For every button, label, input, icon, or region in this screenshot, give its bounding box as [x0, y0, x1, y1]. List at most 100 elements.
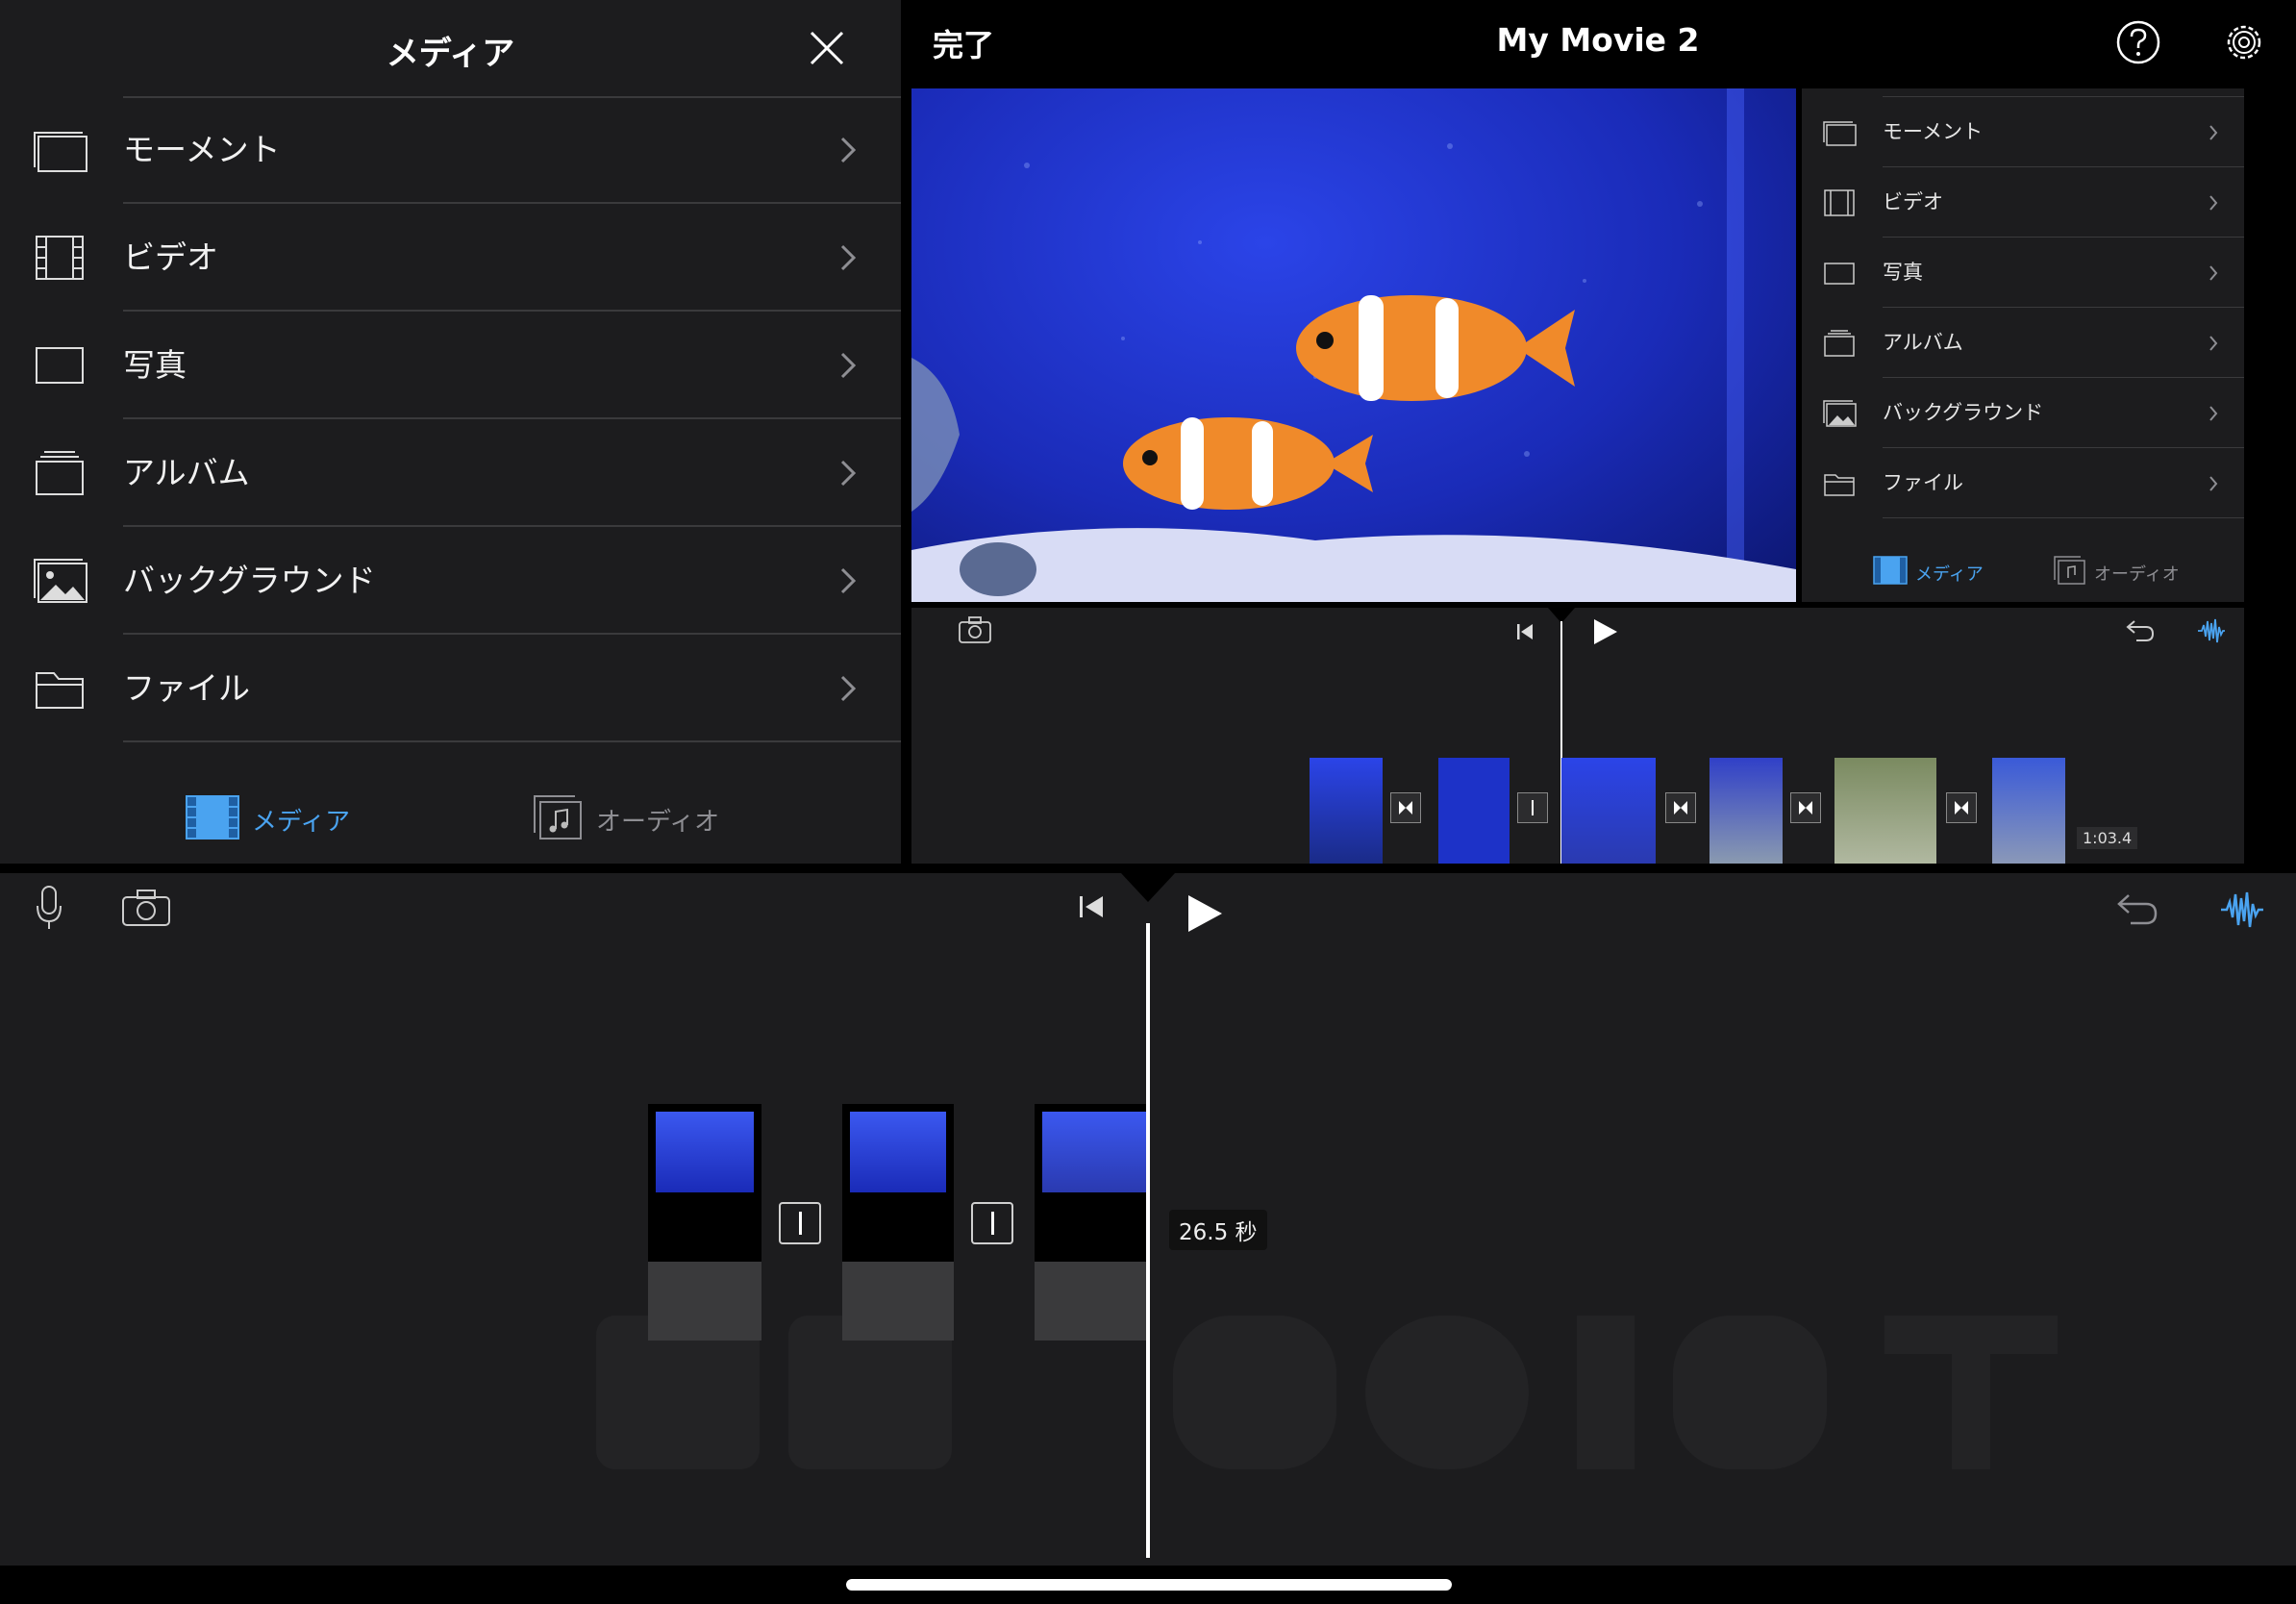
chevron-right-icon — [2209, 265, 2218, 281]
divider — [123, 740, 901, 742]
camera-icon — [122, 890, 170, 926]
film-icon — [1873, 556, 1908, 585]
media-item-label: 写真 — [123, 346, 187, 384]
media-item-albums[interactable]: アルバム — [0, 419, 901, 527]
none-transition-icon — [1532, 800, 1534, 815]
close-button[interactable] — [804, 21, 850, 75]
undo-button[interactable] — [2125, 617, 2156, 644]
playhead-time: 26.5 秒 — [1169, 1210, 1267, 1250]
transition-button[interactable] — [1665, 792, 1696, 823]
mini-timeline: 1:03.4 — [911, 608, 2244, 864]
bowtie-transition-icon — [1399, 801, 1412, 815]
none-transition-icon — [799, 1212, 802, 1235]
help-button[interactable] — [2115, 19, 2161, 65]
transition-button[interactable] — [779, 1202, 821, 1244]
moments-icon — [1823, 121, 1857, 146]
voiceover-button[interactable] — [35, 885, 63, 933]
photo-frame-icon — [1824, 263, 1855, 285]
mini-item-label: アルバム — [1883, 331, 1963, 354]
mini-item-photos[interactable]: 写真 — [1802, 238, 2244, 308]
clip-thumbnail[interactable] — [1992, 758, 2065, 864]
gear-icon — [2227, 25, 2261, 60]
transition-button[interactable] — [1390, 792, 1421, 823]
media-item-moments[interactable]: モーメント — [0, 96, 901, 204]
transition-button[interactable] — [1946, 792, 1977, 823]
media-item-background[interactable]: バックグラウンド — [0, 527, 901, 635]
mini-item-label: ファイル — [1883, 471, 1963, 494]
clip-thumbnail[interactable] — [842, 1104, 954, 1341]
chevron-right-icon — [840, 244, 857, 271]
folder-icon — [1824, 474, 1855, 496]
skip-back-icon — [1517, 624, 1533, 639]
photo-frame-icon — [36, 347, 84, 384]
clip-thumbnail[interactable] — [1035, 1104, 1146, 1341]
audio-waveform-button[interactable] — [2219, 887, 2265, 933]
media-item-label: ビデオ — [123, 238, 218, 276]
chevron-right-icon — [840, 137, 857, 163]
video-preview[interactable] — [911, 88, 1796, 602]
play-button[interactable] — [1590, 617, 1619, 646]
media-item-photos[interactable]: 写真 — [0, 312, 901, 419]
none-transition-icon — [991, 1212, 994, 1235]
chevron-right-icon — [840, 567, 857, 594]
folder-icon — [36, 672, 84, 709]
mini-item-moments[interactable]: モーメント — [1802, 97, 2244, 167]
bowtie-transition-icon — [1674, 801, 1687, 815]
mini-item-files[interactable]: ファイル — [1802, 448, 2244, 518]
chevron-right-icon — [840, 352, 857, 379]
tab-label: メディア — [1915, 564, 1984, 585]
media-item-label: バックグラウンド — [123, 562, 376, 599]
tab-label: オーディオ — [596, 808, 720, 837]
music-note-icon — [534, 795, 582, 840]
clip-thumbnail[interactable] — [1561, 758, 1656, 864]
clip-thumbnail[interactable] — [1310, 758, 1383, 864]
mini-item-label: バックグラウンド — [1883, 401, 2044, 424]
transition-button[interactable] — [971, 1202, 1013, 1244]
skip-to-start-button[interactable] — [1077, 892, 1106, 921]
chevron-right-icon — [840, 675, 857, 702]
done-button[interactable]: 完了 — [933, 21, 994, 65]
media-panel-title: メディア — [386, 35, 515, 73]
skip-back-icon — [1080, 896, 1103, 917]
clip-thumbnail[interactable] — [648, 1104, 761, 1341]
background-image-icon — [1823, 400, 1857, 427]
transition-button[interactable] — [1517, 792, 1548, 823]
clip-thumbnail[interactable] — [1438, 758, 1510, 864]
divider — [1883, 517, 2244, 518]
mini-item-albums[interactable]: アルバム — [1802, 308, 2244, 378]
audio-waveform-button[interactable] — [2196, 615, 2227, 646]
chevron-right-icon — [2209, 406, 2218, 421]
album-stack-icon — [36, 451, 84, 495]
film-icon — [186, 795, 239, 840]
home-indicator[interactable] — [846, 1579, 1452, 1591]
mini-item-video[interactable]: ビデオ — [1802, 167, 2244, 238]
clip-thumbnail[interactable] — [1710, 758, 1783, 864]
play-icon — [1188, 895, 1222, 932]
camera-icon — [959, 616, 991, 643]
chevron-right-icon — [840, 460, 857, 487]
watermark-graphic — [596, 1316, 2058, 1469]
playhead-line[interactable] — [1146, 923, 1150, 1558]
mini-item-background[interactable]: バックグラウンド — [1802, 378, 2244, 448]
chevron-right-icon — [2209, 125, 2218, 140]
media-item-video[interactable]: ビデオ — [0, 204, 901, 312]
skip-to-start-button[interactable] — [1515, 621, 1535, 642]
music-note-icon — [2054, 556, 2085, 585]
tab-label: メディア — [252, 808, 351, 837]
transition-button[interactable] — [1790, 792, 1821, 823]
camera-button[interactable] — [958, 615, 992, 644]
clip-thumbnail[interactable] — [1834, 758, 1936, 864]
undo-button[interactable] — [2115, 890, 2159, 929]
settings-button[interactable] — [2221, 19, 2267, 65]
media-item-files[interactable]: ファイル — [0, 635, 901, 742]
undo-icon — [2117, 894, 2158, 925]
microphone-icon — [37, 886, 62, 929]
camera-button[interactable] — [121, 889, 171, 927]
play-icon — [1594, 619, 1617, 644]
play-button[interactable] — [1185, 892, 1225, 935]
help-icon — [2116, 20, 2160, 64]
mini-tab-audio[interactable]: オーディオ — [2054, 556, 2198, 589]
mini-item-label: 写真 — [1883, 261, 1923, 284]
project-title: My Movie 2 — [1496, 21, 1700, 59]
mini-tab-media[interactable]: メディア — [1873, 556, 1998, 589]
